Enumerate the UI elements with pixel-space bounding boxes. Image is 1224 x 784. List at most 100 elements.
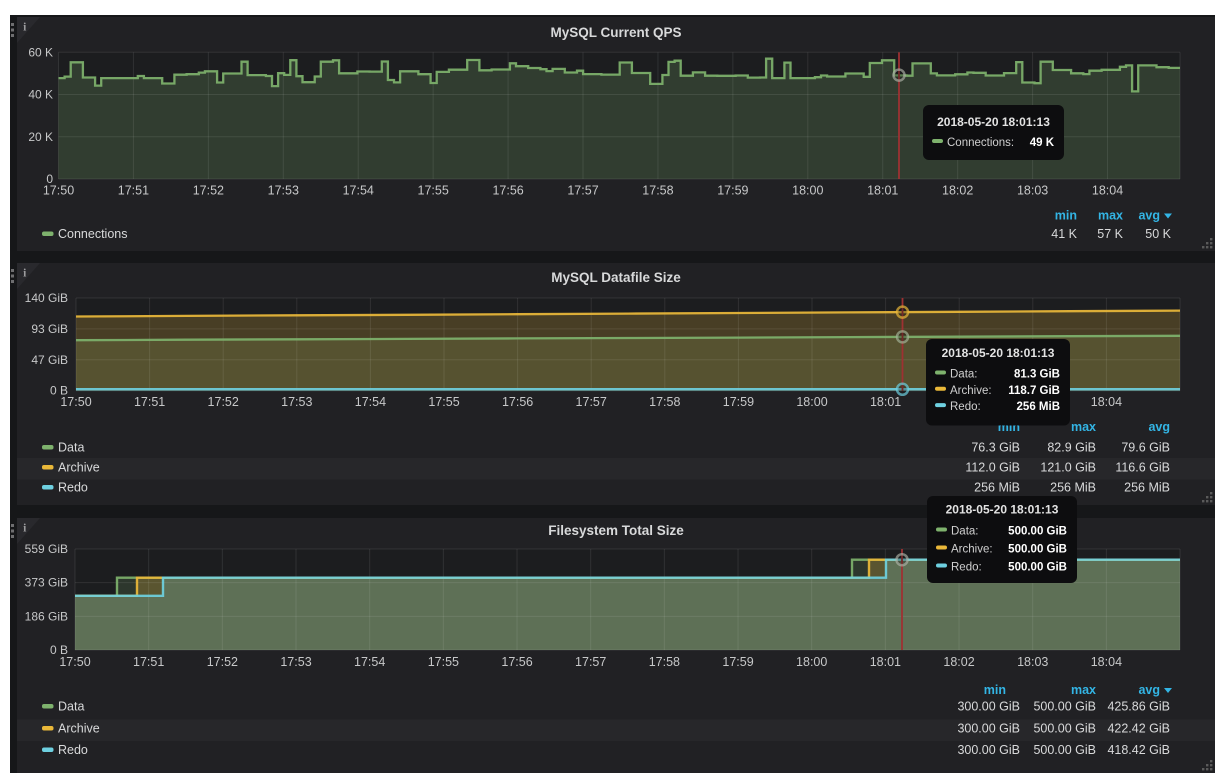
svg-text:116.6 GiB: 116.6 GiB [1115,461,1170,475]
svg-text:418.42 GiB: 418.42 GiB [1107,743,1170,757]
svg-text:18:01: 18:01 [867,184,898,198]
svg-text:500.00 GiB: 500.00 GiB [1033,743,1096,757]
svg-text:81.3 GiB: 81.3 GiB [1014,369,1060,381]
svg-text:17:58: 17:58 [649,655,680,669]
svg-text:Redo:: Redo: [950,401,981,413]
svg-text:Archive:: Archive: [951,544,993,556]
svg-text:18:03: 18:03 [1017,184,1048,198]
svg-text:17:51: 17:51 [118,184,149,198]
svg-text:18:04: 18:04 [1091,395,1122,409]
svg-text:256 MiB: 256 MiB [1017,401,1060,413]
svg-text:18:00: 18:00 [796,655,827,669]
svg-text:avg: avg [1138,683,1160,697]
svg-text:17:55: 17:55 [428,395,459,409]
svg-text:17:52: 17:52 [207,655,238,669]
svg-text:avg: avg [1138,209,1160,223]
svg-text:79.6 GiB: 79.6 GiB [1121,441,1170,455]
svg-text:Data:: Data: [951,526,979,538]
svg-text:121.0 GiB: 121.0 GiB [1040,461,1096,475]
svg-text:17:56: 17:56 [492,184,523,198]
svg-text:Redo:: Redo: [951,562,982,574]
svg-text:max: max [1098,209,1123,223]
svg-text:300.00 GiB: 300.00 GiB [957,743,1020,757]
svg-text:93 GiB: 93 GiB [31,322,68,336]
svg-text:17:56: 17:56 [502,395,533,409]
svg-text:min: min [1055,209,1077,223]
svg-text:Filesystem Total Size: Filesystem Total Size [548,523,684,538]
svg-text:17:52: 17:52 [193,184,224,198]
svg-text:2018-05-20 18:01:13: 2018-05-20 18:01:13 [937,115,1050,129]
svg-text:17:59: 17:59 [722,655,753,669]
svg-text:Data: Data [58,441,84,455]
svg-text:500.00 GiB: 500.00 GiB [1033,722,1096,736]
svg-text:MySQL Datafile Size: MySQL Datafile Size [551,270,681,285]
svg-text:41 K: 41 K [1051,227,1077,241]
svg-text:18:02: 18:02 [942,184,973,198]
svg-text:max: max [1071,420,1096,434]
svg-text:82.9 GiB: 82.9 GiB [1047,441,1096,455]
svg-text:300.00 GiB: 300.00 GiB [957,722,1020,736]
svg-text:17:59: 17:59 [723,395,754,409]
svg-text:max: max [1071,683,1096,697]
svg-text:17:57: 17:57 [567,184,598,198]
svg-text:373 GiB: 373 GiB [25,576,68,590]
svg-text:Redo: Redo [58,743,88,757]
svg-text:500.00 GiB: 500.00 GiB [1033,700,1096,714]
svg-text:17:58: 17:58 [642,184,673,198]
svg-text:17:51: 17:51 [134,395,165,409]
svg-text:300.00 GiB: 300.00 GiB [957,700,1020,714]
svg-text:min: min [984,683,1006,697]
svg-text:17:53: 17:53 [281,395,312,409]
svg-text:18:03: 18:03 [1017,655,1048,669]
svg-text:Data: Data [58,700,84,714]
svg-text:57 K: 57 K [1097,227,1123,241]
svg-text:Archive:: Archive: [950,385,992,397]
svg-text:50 K: 50 K [1145,227,1171,241]
svg-text:18:02: 18:02 [943,655,974,669]
svg-text:17:51: 17:51 [133,655,164,669]
svg-text:118.7 GiB: 118.7 GiB [1008,385,1060,397]
svg-text:112.0 GiB: 112.0 GiB [965,461,1020,475]
svg-text:avg: avg [1148,420,1170,434]
svg-text:559 GiB: 559 GiB [25,542,68,556]
svg-text:17:54: 17:54 [355,395,386,409]
svg-text:17:50: 17:50 [43,184,74,198]
svg-text:76.3 GiB: 76.3 GiB [971,441,1020,455]
svg-text:18:01: 18:01 [870,655,901,669]
svg-text:Data:: Data: [950,369,978,381]
svg-text:17:52: 17:52 [208,395,239,409]
svg-text:17:50: 17:50 [60,395,91,409]
svg-text:20 K: 20 K [28,130,53,144]
svg-text:140 GiB: 140 GiB [25,291,68,305]
svg-text:256 MiB: 256 MiB [974,481,1020,495]
svg-text:425.86 GiB: 425.86 GiB [1107,700,1170,714]
svg-text:17:57: 17:57 [575,655,606,669]
svg-text:18:00: 18:00 [792,184,823,198]
svg-text:18:04: 18:04 [1091,655,1122,669]
svg-text:2018-05-20 18:01:13: 2018-05-20 18:01:13 [942,346,1055,360]
svg-text:18:00: 18:00 [796,395,827,409]
svg-text:500.00 GiB: 500.00 GiB [1008,562,1067,574]
svg-text:500.00 GiB: 500.00 GiB [1008,544,1067,556]
svg-text:Redo: Redo [58,481,88,495]
svg-text:17:53: 17:53 [268,184,299,198]
svg-text:18:04: 18:04 [1092,184,1123,198]
svg-text:422.42 GiB: 422.42 GiB [1107,722,1170,736]
svg-text:17:53: 17:53 [280,655,311,669]
svg-text:17:57: 17:57 [576,395,607,409]
svg-text:Connections: Connections [58,227,128,241]
svg-text:256 MiB: 256 MiB [1050,481,1096,495]
svg-text:47 GiB: 47 GiB [31,353,68,367]
svg-text:17:54: 17:54 [343,184,374,198]
svg-text:60 K: 60 K [28,45,53,59]
svg-text:17:56: 17:56 [501,655,532,669]
svg-text:2018-05-20 18:01:13: 2018-05-20 18:01:13 [946,503,1059,517]
svg-text:256 MiB: 256 MiB [1124,481,1170,495]
svg-text:17:59: 17:59 [717,184,748,198]
svg-text:17:54: 17:54 [354,655,385,669]
svg-text:Connections:: Connections: [947,137,1014,149]
svg-text:17:50: 17:50 [59,655,90,669]
svg-text:17:55: 17:55 [418,184,449,198]
svg-text:Archive: Archive [58,722,100,736]
svg-text:500.00 GiB: 500.00 GiB [1008,526,1067,538]
